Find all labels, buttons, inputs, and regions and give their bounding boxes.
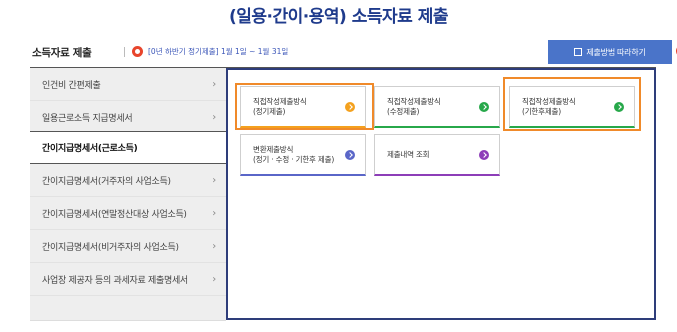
guide-button[interactable]: 제출방법 따라하기	[548, 40, 672, 64]
divider	[30, 320, 226, 321]
submission-period: [0년 하반기 정기제출] 1월 1일 ~ 1월 31일	[148, 46, 288, 57]
divider	[124, 47, 125, 57]
chevron-right-icon: ›	[212, 79, 216, 90]
period-dates: 1월 1일 ~ 1월 31일	[220, 47, 289, 56]
sidebar-item-label: 인건비 간편제출	[42, 80, 101, 91]
chevron-right-icon: ›	[212, 112, 216, 123]
sidebar-item-label: 간이지급명세서(근로소득)	[42, 144, 138, 154]
sidebar-item-label: 사업장 제공자 등의 과세자료 제출명세서	[42, 275, 188, 286]
page-title: (일용·간이·용역) 소득자료 제출	[229, 7, 448, 27]
highlight-box	[235, 83, 374, 130]
sidebar-item-label: 간이지급명세서(거주자의 사업소득)	[42, 176, 171, 187]
sidebar-item-label: 간이지급명세서(연말정산대상 사업소득)	[42, 209, 187, 220]
chevron-right-icon: ›	[212, 274, 216, 285]
sidebar-item-labor-cost[interactable]: 인건비 간편제출 ›	[30, 68, 226, 101]
sidebar-item-workplace-provider[interactable]: 사업장 제공자 등의 과세자료 제출명세서 ›	[30, 263, 226, 296]
arrow-circle-icon	[479, 102, 489, 112]
highlight-box	[503, 77, 641, 131]
guide-button-label: 제출방법 따라하기	[586, 47, 646, 57]
edit-icon	[574, 48, 583, 56]
sidebar-item-label: 일용근로소득 지급명세서	[42, 113, 133, 124]
sidebar-item-resident-business[interactable]: 간이지급명세서(거주자의 사업소득) ›	[30, 164, 226, 197]
sidebar-item-year-end-business[interactable]: 간이지급명세서(연말정산대상 사업소득) ›	[30, 197, 226, 230]
card-conversion-submission[interactable]: 변환제출방식 (정기 · 수정 · 기한후 제출)	[240, 134, 366, 176]
arrow-circle-icon	[345, 150, 355, 160]
arrow-circle-icon	[479, 150, 489, 160]
card-direct-correction[interactable]: 직접작성제출방식 (수정제출)	[374, 86, 500, 128]
period-label: [0년 하반기 정기제출]	[148, 47, 219, 56]
chevron-right-icon: ›	[212, 241, 216, 252]
chevron-right-icon: ›	[212, 208, 216, 219]
sidebar: 인건비 간편제출 › 일용근로소득 지급명세서 › 간이지급명세서(근로소득) …	[30, 68, 245, 320]
section-title: 소득자료 제출	[32, 47, 92, 59]
card-submission-history[interactable]: 제출내역 조회	[374, 134, 500, 176]
section-header: 소득자료 제출 [0년 하반기 정기제출] 1월 1일 ~ 1월 31일 제출방…	[30, 40, 677, 64]
sidebar-item-label: 간이지급명세서(비거주자의 사업소득)	[42, 242, 179, 253]
chevron-right-icon: ›	[212, 175, 216, 186]
sidebar-item-nonresident-business[interactable]: 간이지급명세서(비거주자의 사업소득) ›	[30, 230, 226, 263]
sidebar-item-daily-wage[interactable]: 일용근로소득 지급명세서 ›	[30, 101, 226, 134]
notice-icon	[132, 46, 143, 57]
sidebar-item-simple-earned-income[interactable]: 간이지급명세서(근로소득)	[30, 131, 245, 164]
